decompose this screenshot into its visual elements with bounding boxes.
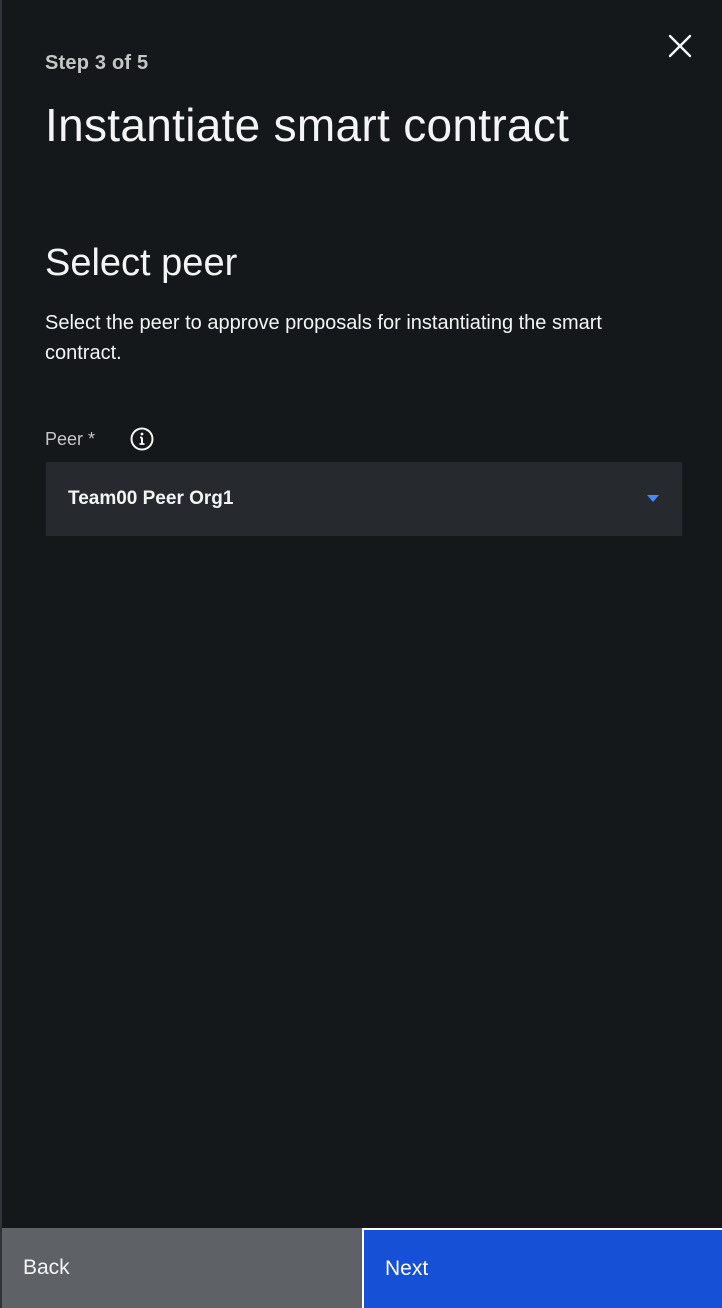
section-title: Select peer	[45, 242, 238, 284]
close-icon	[668, 34, 692, 58]
instantiate-smart-contract-panel: Step 3 of 5 Instantiate smart contract S…	[0, 0, 722, 1308]
peer-field-label: Peer *	[45, 429, 96, 449]
next-button[interactable]: Next	[362, 1228, 722, 1308]
peer-select-value: Team00 Peer Org1	[68, 488, 234, 509]
back-button[interactable]: Back	[2, 1228, 362, 1308]
section-description: Select the peer to approve proposals for…	[45, 312, 602, 364]
info-tooltip-button[interactable]	[130, 427, 154, 451]
close-button[interactable]	[662, 28, 698, 64]
step-indicator: Step 3 of 5	[45, 52, 149, 74]
peer-select[interactable]: Team00 Peer Org1	[46, 462, 682, 536]
page-title: Instantiate smart contract	[45, 99, 570, 151]
wizard-footer: Back Next	[2, 1228, 722, 1308]
caret-down-icon	[647, 495, 659, 502]
info-icon	[130, 427, 154, 451]
